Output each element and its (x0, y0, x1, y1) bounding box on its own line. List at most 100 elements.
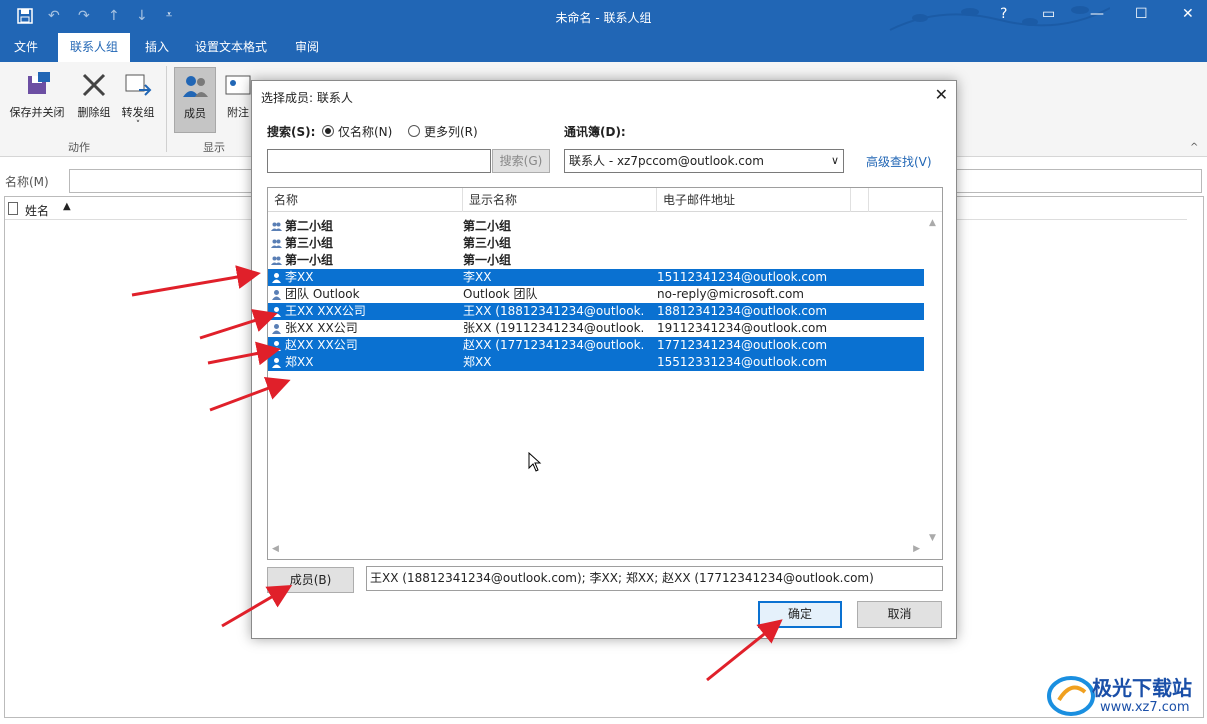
contact-group-icon (271, 222, 282, 231)
help-button[interactable]: ? (1000, 6, 1007, 22)
members-field[interactable]: 王XX (18812341234@outlook.com); 李XX; 郑XX;… (366, 566, 943, 591)
contact-icon (272, 358, 281, 368)
cell-email: 15112341234@outlook.com (657, 270, 828, 284)
table-row[interactable]: 郑XX 郑XX 15512331234@outlook.com (268, 354, 924, 371)
cell-name: 第三小组 (285, 236, 334, 250)
cell-display: 第三小组 (463, 236, 512, 250)
table-row[interactable]: 李XX 李XX 15112341234@outlook.com (268, 269, 924, 286)
cell-display: 郑XX (463, 355, 492, 369)
contact-icon (272, 307, 281, 317)
window-title: 未命名 - 联系人组 (555, 11, 652, 25)
search-input[interactable] (267, 149, 491, 173)
cell-name: 赵XX XX公司 (285, 338, 358, 352)
cell-name: 张XX XX公司 (285, 321, 358, 335)
radio-name-only-label: 仅名称(N) (338, 125, 393, 139)
members-button[interactable]: 成员(B) (267, 567, 354, 593)
cell-name: 郑XX (285, 355, 314, 369)
chevron-down-icon: ∨ (830, 154, 839, 167)
column-header-display-name[interactable]: 显示名称 (463, 188, 657, 212)
column-header-blank (851, 188, 869, 212)
contact-group-icon (271, 239, 282, 248)
watermark-brand: 极光下载站 (1092, 676, 1192, 700)
close-button[interactable]: ✕ (1182, 6, 1194, 22)
cell-name: 第一小组 (285, 253, 334, 267)
table-row[interactable]: 赵XX XX公司 赵XX (17712341234@outlook.c... 177… (268, 337, 924, 354)
group-label-show: 显示 (203, 141, 225, 154)
search-button[interactable]: 搜索(G) (492, 149, 550, 173)
delete-icon (82, 73, 106, 97)
ribbon-tabs: 文件 联系人组 插入 设置文本格式 审阅 (0, 33, 1207, 62)
save-close-icon (28, 72, 50, 94)
cancel-button[interactable]: 取消 (857, 601, 942, 628)
members-view-button[interactable]: 成员 (174, 67, 216, 133)
delete-group-label: 删除组 (77, 106, 111, 119)
collapse-ribbon-button[interactable]: ^ (1190, 142, 1198, 153)
grid-header: 名称 显示名称 电子邮件地址 (268, 188, 942, 212)
cell-display: Outlook 团队 (463, 287, 538, 301)
table-row[interactable]: 第三小组 第三小组 (268, 235, 924, 252)
cell-email: no-reply@microsoft.com (657, 287, 804, 301)
document-icon (8, 202, 18, 215)
column-name-header[interactable]: 姓名 (25, 202, 49, 219)
addressbook-label: 通讯簿(D): (564, 125, 626, 139)
search-label: 搜索(S): (267, 125, 316, 139)
table-row[interactable]: 王XX XXX公司 王XX (18812341234@outlook.c... 18… (268, 303, 924, 320)
cell-email: 19112341234@outlook.com (657, 321, 828, 335)
radio-more-columns[interactable] (408, 125, 420, 137)
radio-more-columns-label: 更多列(R) (424, 125, 478, 139)
select-members-dialog: 选择成员: 联系人 ✕ 搜索(S): 仅名称(N) 更多列(R) 通讯簿(D):… (251, 80, 957, 639)
title-bar: ↶ ↷ ↑ ↓ ⩡ 未命名 - 联系人组 ? ▭ — ☐ ✕ (0, 0, 1207, 33)
tab-contact-group[interactable]: 联系人组 (58, 33, 130, 62)
ok-button[interactable]: 确定 (758, 601, 842, 628)
cell-display: 张XX (19112341234@outlook.c... (463, 321, 643, 335)
tab-review[interactable]: 审阅 (284, 33, 330, 62)
table-row[interactable]: 张XX XX公司 张XX (19112341234@outlook.c... 191… (268, 320, 924, 337)
addressbook-value: 联系人 - xz7pccom@outlook.com (569, 154, 764, 168)
watermark-url: www.xz7.com (1100, 700, 1190, 715)
cell-name: 第二小组 (285, 219, 334, 233)
mouse-cursor-icon (528, 452, 542, 472)
table-row[interactable]: 第一小组 第一小组 (268, 252, 924, 269)
cell-display: 第一小组 (463, 253, 512, 267)
table-row[interactable]: 第二小组 第二小组 (268, 218, 924, 235)
tab-format-text[interactable]: 设置文本格式 (186, 33, 276, 62)
dialog-close-button[interactable]: ✕ (935, 85, 948, 104)
tab-insert[interactable]: 插入 (136, 33, 178, 62)
delete-group-button[interactable]: 删除组 (72, 70, 116, 120)
cell-display: 赵XX (17712341234@outlook.c... (463, 338, 643, 352)
advanced-find-link[interactable]: 高级查找(V) (866, 153, 932, 170)
radio-name-only[interactable] (322, 125, 334, 137)
tab-file[interactable]: 文件 (0, 33, 52, 62)
contact-icon (272, 324, 281, 334)
ribbon-separator (166, 66, 167, 152)
contacts-grid: 名称 显示名称 电子邮件地址 第二小组 第二小组第三小组 第三小组第一小组 第一小组李… (267, 187, 943, 560)
cell-display: 李XX (463, 270, 492, 284)
column-header-name[interactable]: 名称 (268, 188, 463, 212)
cell-display: 王XX (18812341234@outlook.c... (463, 304, 643, 318)
cell-name: 李XX (285, 270, 314, 284)
forward-dropdown-caret[interactable]: ˅ (116, 120, 160, 130)
scroll-down-icon[interactable]: ▼ (929, 533, 936, 543)
scroll-left-icon[interactable]: ◀ (272, 544, 279, 554)
addressbook-select[interactable]: 联系人 - xz7pccom@outlook.com ∨ (564, 149, 844, 173)
forward-group-label: 转发组 (121, 106, 155, 119)
cell-display: 第二小组 (463, 219, 512, 233)
forward-icon (125, 74, 152, 96)
vertical-scrollbar[interactable]: ▲ ▼ (925, 218, 942, 543)
table-row[interactable]: 团队 Outlook Outlook 团队 no-reply@microsoft.c… (268, 286, 924, 303)
notes-icon (225, 75, 251, 95)
contact-group-icon (271, 256, 282, 265)
save-close-button[interactable]: 保存并关闭 (4, 70, 70, 120)
column-header-email[interactable]: 电子邮件地址 (657, 188, 851, 212)
sort-ascending-icon: ▲ (63, 201, 71, 212)
horizontal-scrollbar[interactable]: ◀ ▶ (268, 542, 924, 559)
forward-group-button[interactable]: 转发组 ˅ (116, 70, 160, 130)
scroll-up-icon[interactable]: ▲ (929, 218, 936, 228)
cell-email: 17712341234@outlook.com (657, 338, 828, 352)
minimize-button[interactable]: — (1090, 6, 1104, 22)
contact-icon (272, 290, 281, 300)
scroll-right-icon[interactable]: ▶ (913, 544, 920, 554)
ribbon-display-button[interactable]: ▭ (1042, 6, 1055, 22)
contact-icon (272, 273, 281, 283)
maximize-button[interactable]: ☐ (1135, 6, 1148, 22)
